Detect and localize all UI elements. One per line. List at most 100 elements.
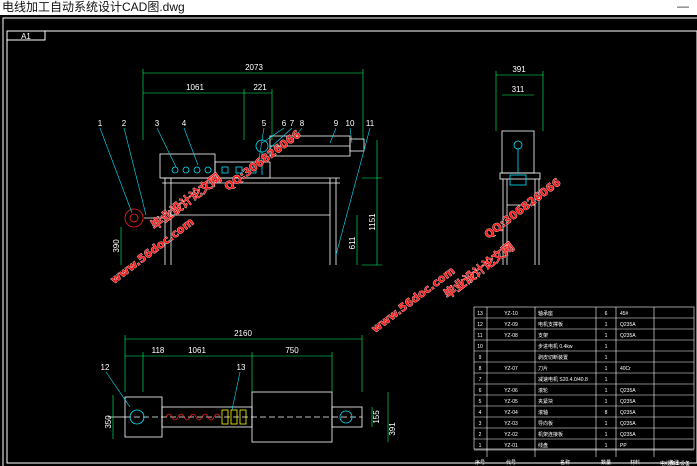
front-balloon-9: 9 (334, 119, 339, 128)
bom-cell-code: YZ-05 (504, 399, 518, 405)
bom-cell-no: 9 (479, 355, 482, 361)
front-balloon-5: 5 (262, 119, 267, 128)
bom-cell-material: Q235A (620, 421, 636, 427)
bom-cell-code: YZ-02 (504, 432, 518, 438)
bom-cell-code: YZ-06 (504, 388, 518, 394)
bom-cell-qty: 1 (605, 377, 608, 383)
bom-cell-no: 3 (479, 421, 482, 427)
front-balloon-11: 11 (366, 119, 375, 128)
top-balloon-13: 13 (237, 363, 246, 372)
bom-cell-no: 11 (477, 333, 482, 339)
bom-footer-note: 电线加工设备 (660, 460, 690, 466)
bom-cell-no: 4 (479, 410, 482, 416)
top-dim-h-right2: 391 (388, 422, 397, 436)
sheet-size-tag: A1 (21, 32, 31, 41)
watermark-url-2: www.56doc.com (369, 264, 457, 335)
bom-cell-name: 线盘 (538, 442, 548, 449)
top-balloon-12: 12 (101, 363, 110, 372)
bom-cell-no: 7 (479, 377, 482, 383)
minimize-button[interactable]: — (677, 0, 689, 13)
bom-cell-code: YZ-01 (504, 443, 518, 449)
top-dim-b: 1061 (188, 346, 206, 355)
bom-cell-qty: 1 (605, 399, 608, 405)
bom-cell-no: 5 (479, 399, 482, 405)
bom-cell-name: 电机支撑板 (538, 321, 563, 328)
front-balloon-7: 7 (290, 119, 295, 128)
bom-cell-name: 支架 (538, 332, 548, 339)
top-dim-h-right1: 155 (372, 410, 381, 424)
bom-cell-material: Q235A (620, 322, 636, 328)
bom-cell-qty: 1 (605, 355, 608, 361)
bom-cell-name: 刀片 (538, 365, 548, 372)
bom-cell-qty: 1 (605, 344, 608, 350)
front-dim-height-inner: 611 (348, 236, 357, 249)
bom-cell-material: Q235A (620, 388, 636, 394)
bom-cell-name: 轴承座 (538, 310, 553, 317)
bom-cell-code: YZ-09 (504, 322, 518, 328)
bom-cell-material: 40Cr (620, 366, 631, 372)
bom-header-cell: 数量 (601, 459, 611, 466)
front-dim-total: 2073 (245, 63, 263, 72)
front-balloon-4: 4 (182, 119, 187, 128)
bom-header-cell: 名称 (560, 459, 570, 466)
bom-cell-material: 45# (620, 311, 629, 317)
bom-cell-no: 1 (479, 443, 482, 449)
front-leader-lines (99, 127, 371, 256)
bom-cell-name: 滚轴 (538, 409, 548, 416)
window-titlebar: 电线加工自动系统设计CAD图.dwg — (0, 0, 697, 15)
cad-drawing-canvas[interactable]: A1 2073 1061 221 1151 611 390 1 2 3 4 5 … (0, 15, 697, 466)
front-balloon-1: 1 (98, 119, 103, 128)
bom-cell-qty: 1 (605, 366, 608, 372)
top-dim-h-left: 350 (104, 415, 113, 429)
bom-cell-code: YZ-04 (504, 410, 518, 416)
bom-cell-code: YZ-08 (504, 333, 518, 339)
bom-cell-name: 机架连接板 (538, 431, 563, 438)
bom-cell-name: 滚轮 (538, 387, 548, 394)
bom-cell-material: Q235A (620, 410, 636, 416)
bom-cell-material: Q235A (620, 399, 636, 405)
bom-cell-qty: 6 (605, 311, 608, 317)
bom-cell-material: PP (620, 443, 627, 449)
bom-cell-no: 12 (477, 322, 483, 328)
bom-cell-no: 13 (477, 311, 483, 317)
top-dim-a: 118 (152, 346, 165, 355)
bom-cell-qty: 1 (605, 421, 608, 427)
bom-cell-name: 剥皮切断装置 (538, 354, 568, 361)
bom-header-cell: 序号 (475, 459, 485, 466)
bom-cell-no: 6 (479, 388, 482, 394)
top-leader-lines (105, 371, 241, 411)
front-balloon-6: 6 (282, 119, 287, 128)
front-balloon-3: 3 (155, 119, 160, 128)
front-dim-mid: 221 (253, 83, 267, 92)
bom-cell-qty: 1 (605, 333, 608, 339)
bom-cell-name: 导向板 (538, 420, 553, 427)
front-balloon-8: 8 (300, 119, 305, 128)
bom-cell-material: Q235A (620, 432, 636, 438)
bom-header-cell: 代号 (506, 459, 516, 466)
bom-cell-no: 8 (479, 366, 482, 372)
bom-cell-code: YZ-07 (504, 366, 518, 372)
front-balloon-10: 10 (346, 119, 355, 128)
side-dimension-lines (495, 71, 544, 131)
bom-cell-qty: 1 (605, 443, 608, 449)
bom-cell-qty: 8 (605, 410, 608, 416)
bom-cell-name: 步进电机 0.4kw (538, 343, 573, 350)
bom-header-cell: 材料 (630, 459, 640, 466)
bom-cell-code: YZ-03 (504, 421, 518, 427)
front-dim-height-frame: 1151 (368, 213, 377, 231)
front-balloon-2: 2 (122, 119, 127, 128)
bom-rows: 13 YZ-10 轴承座 6 45#12 YZ-09 电机支撑板 1 Q235A11 YZ-08 支… (474, 310, 694, 451)
top-view (108, 391, 363, 443)
bom-cell-name: 减速电机 S20.4.0/40.8 (538, 376, 588, 383)
side-dim-inner: 311 (512, 85, 525, 94)
bom-cell-no: 2 (479, 432, 482, 438)
side-view-details (509, 140, 527, 186)
top-dim-total: 2160 (234, 329, 252, 338)
bom-cell-qty: 1 (605, 432, 608, 438)
bom-cell-name: 夹紧块 (538, 398, 553, 405)
top-dim-c: 750 (285, 346, 299, 355)
window-title: 电线加工自动系统设计CAD图.dwg (2, 0, 185, 14)
bom-cell-qty: 1 (605, 388, 608, 394)
bom-cell-code: YZ-10 (504, 311, 518, 317)
bom-cell-material: Q235A (620, 333, 636, 339)
